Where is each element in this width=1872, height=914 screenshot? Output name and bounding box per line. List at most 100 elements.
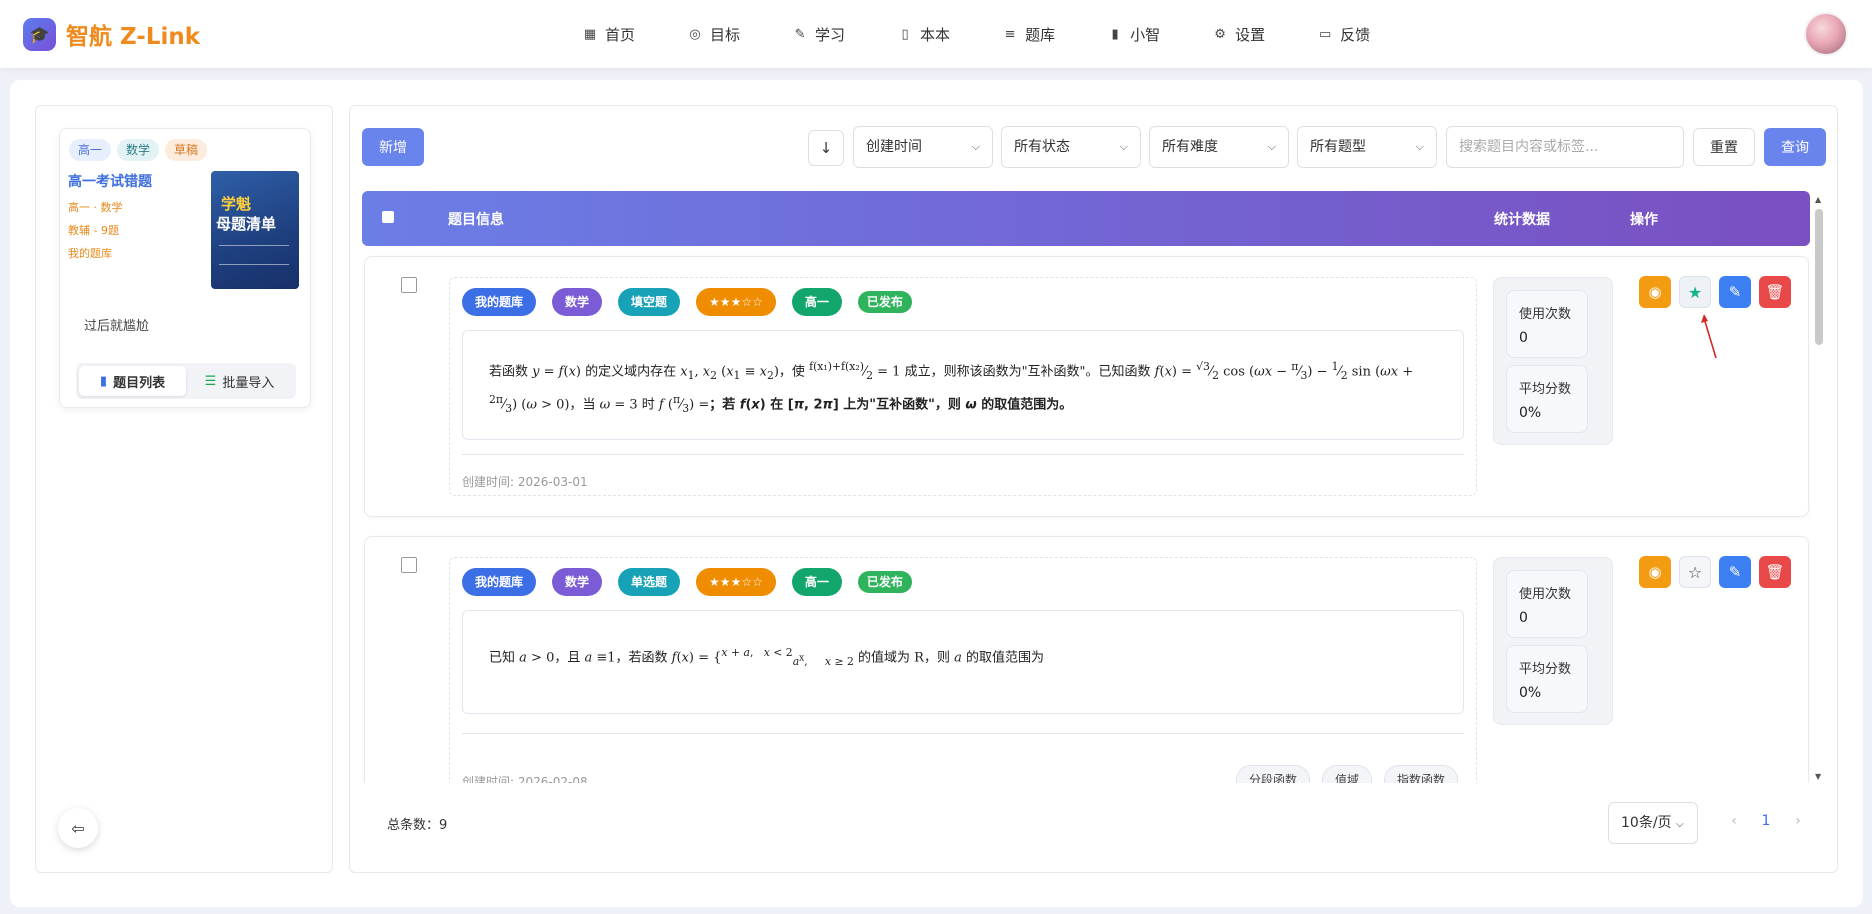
delete-button[interactable]: 🗑 bbox=[1759, 276, 1791, 308]
nav-item-question-bank[interactable]: ≡ 题库 bbox=[1002, 22, 1055, 46]
annotation-arrow-icon bbox=[1701, 314, 1717, 359]
row-checkbox[interactable] bbox=[401, 557, 417, 573]
tab-label: 题目列表 bbox=[113, 375, 166, 391]
nav-item-goals[interactable]: ◎ 目标 bbox=[687, 22, 740, 46]
knowledge-tags: 分段函数 值域 指数函数 bbox=[1224, 765, 1458, 783]
book-tags: 高一 数学 草稿 bbox=[69, 139, 213, 161]
search-input[interactable]: 搜索题目内容或标签... bbox=[1446, 126, 1684, 168]
trash-icon: 🗑 bbox=[1765, 283, 1785, 301]
list-scrollbar[interactable]: ▲ ▼ bbox=[1815, 191, 1823, 783]
delete-button[interactable]: 🗑 bbox=[1759, 556, 1791, 588]
column-actions: 操作 bbox=[1630, 212, 1658, 228]
tag-status: 已发布 bbox=[857, 571, 912, 593]
pencil-icon: ✎ bbox=[1728, 283, 1742, 301]
nav-label: 本本 bbox=[920, 25, 951, 44]
nav-label: 反馈 bbox=[1340, 25, 1371, 44]
knowledge-tag[interactable]: 分段函数 bbox=[1235, 765, 1310, 783]
row-actions: ◉ ☆ ✎ 🗑 bbox=[1639, 556, 1799, 588]
sort-field-select[interactable]: 创建时间 ⌵ bbox=[853, 126, 993, 168]
edit-button[interactable]: ✎ bbox=[1719, 276, 1751, 308]
stat-usage: 使用次数 0 bbox=[1506, 570, 1588, 638]
tab-question-list[interactable]: ▮ 题目列表 bbox=[79, 366, 186, 396]
type-filter-select[interactable]: 所有题型 ⌵ bbox=[1297, 126, 1437, 168]
book-cover-image: 学魁 母题清单 bbox=[211, 171, 299, 289]
created-time: 创建时间: 2026-02-08 bbox=[462, 775, 588, 783]
nav-item-feedback[interactable]: ▭ 反馈 bbox=[1317, 22, 1370, 46]
book-meta-grade-subject: 高一 · 数学 bbox=[68, 201, 123, 214]
nav-item-settings[interactable]: ⚙ 设置 bbox=[1212, 22, 1265, 46]
chevron-down-icon: ⌵ bbox=[1415, 140, 1424, 153]
app-logo[interactable]: 🎓 智航 Z-Link bbox=[23, 17, 200, 51]
user-avatar[interactable] bbox=[1804, 12, 1848, 56]
tag-grade: 高一 bbox=[791, 288, 842, 316]
eye-icon: ◉ bbox=[1648, 283, 1662, 301]
target-icon: ◎ bbox=[689, 26, 701, 42]
tag-type: 单选题 bbox=[618, 568, 681, 596]
select-value: 所有难度 bbox=[1162, 139, 1218, 155]
next-page-button[interactable]: › bbox=[1782, 813, 1814, 829]
stat-label: 使用次数 bbox=[1519, 307, 1572, 322]
nav-item-home[interactable]: ▦ 首页 bbox=[582, 22, 635, 46]
chevron-down-icon: ⌵ bbox=[1119, 140, 1128, 153]
book-icon: ▯ bbox=[901, 26, 909, 42]
question-body: 我的题库 数学 单选题 ★★★☆☆ 高一 已发布 已知 a > 0，且 a ≡1… bbox=[449, 557, 1477, 783]
nav-label: 小智 bbox=[1130, 25, 1161, 44]
tag-type: 填空题 bbox=[618, 288, 681, 316]
chevron-down-icon: ⌵ bbox=[971, 140, 980, 153]
favorite-button[interactable]: ★ bbox=[1679, 276, 1711, 308]
prev-page-button[interactable]: ‹ bbox=[1718, 813, 1750, 829]
question-card: 我的题库 数学 单选题 ★★★☆☆ 高一 已发布 已知 a > 0，且 a ≡1… bbox=[364, 536, 1809, 783]
cover-stripe bbox=[219, 245, 289, 265]
tab-batch-import[interactable]: ☰ 批量导入 bbox=[186, 366, 293, 396]
stat-label: 使用次数 bbox=[1519, 587, 1572, 602]
book-tag-subject: 数学 bbox=[117, 139, 160, 161]
tag-difficulty: ★★★☆☆ bbox=[696, 568, 776, 596]
stat-value: 0% bbox=[1519, 405, 1542, 421]
favorite-button[interactable]: ☆ bbox=[1679, 556, 1711, 588]
add-question-button[interactable]: 新增 bbox=[362, 128, 424, 166]
scroll-thumb[interactable] bbox=[1815, 209, 1823, 345]
difficulty-filter-select[interactable]: 所有难度 ⌵ bbox=[1149, 126, 1289, 168]
question-card: 我的题库 数学 填空题 ★★★☆☆ 高一 已发布 若函数 y = f(x) 的定… bbox=[364, 256, 1809, 517]
cover-title: 母题清单 bbox=[216, 215, 277, 233]
row-checkbox[interactable] bbox=[401, 277, 417, 293]
stat-value: 0 bbox=[1519, 610, 1528, 626]
arrow-down-icon: ↓ bbox=[819, 139, 833, 157]
reset-button[interactable]: 重置 bbox=[1693, 128, 1755, 166]
logout-button[interactable]: ⇦ bbox=[58, 808, 98, 848]
book-description: 过后就尴尬 bbox=[84, 319, 150, 334]
view-button[interactable]: ◉ bbox=[1639, 556, 1671, 588]
nav-label: 设置 bbox=[1235, 25, 1266, 44]
page-size-select[interactable]: 10条/页 ⌵ bbox=[1608, 802, 1698, 844]
book-card[interactable]: 高一 数学 草稿 高一考试错题 高一 · 数学 教辅 - 9题 我的题库 学魁 … bbox=[59, 128, 311, 408]
nav-item-assistant[interactable]: ▮ 小智 bbox=[1107, 22, 1161, 46]
sort-direction-button[interactable]: ↓ bbox=[808, 130, 844, 166]
page-number-button[interactable]: 1 bbox=[1750, 813, 1782, 829]
nav-label: 学习 bbox=[815, 25, 846, 44]
status-filter-select[interactable]: 所有状态 ⌵ bbox=[1001, 126, 1141, 168]
nav-item-notebook[interactable]: ▯ 本本 bbox=[897, 22, 950, 46]
chevron-down-icon: ⌵ bbox=[1267, 140, 1276, 153]
search-placeholder: 搜索题目内容或标签... bbox=[1459, 139, 1599, 155]
query-button[interactable]: 查询 bbox=[1764, 128, 1826, 166]
star-outline-icon: ☆ bbox=[1687, 562, 1703, 582]
question-text: 若函数 y = f(x) 的定义域内存在 x1, x2 (x1 ≡ x2)，使 … bbox=[462, 330, 1464, 440]
view-button[interactable]: ◉ bbox=[1639, 276, 1671, 308]
nav-item-study[interactable]: ✎ 学习 bbox=[792, 22, 845, 46]
stat-value: 0 bbox=[1519, 330, 1528, 346]
scroll-up-icon[interactable]: ▲ bbox=[1815, 195, 1821, 204]
tag-grade: 高一 bbox=[791, 568, 842, 596]
book-title[interactable]: 高一考试错题 bbox=[68, 171, 152, 191]
tag-library: 我的题库 bbox=[462, 568, 537, 596]
table-header: 题目信息 统计数据 操作 bbox=[362, 191, 1810, 246]
pencil-icon: ✎ bbox=[1728, 563, 1742, 581]
select-all-checkbox[interactable] bbox=[382, 211, 394, 223]
knowledge-tag[interactable]: 值域 bbox=[1321, 765, 1372, 783]
edit-button[interactable]: ✎ bbox=[1719, 556, 1751, 588]
question-tags: 我的题库 数学 单选题 ★★★☆☆ 高一 已发布 bbox=[462, 568, 928, 596]
knowledge-tag[interactable]: 指数函数 bbox=[1383, 765, 1458, 783]
chevron-down-icon: ⌵ bbox=[1675, 819, 1684, 830]
book-icon: ▮ bbox=[99, 373, 108, 389]
tag-difficulty: ★★★☆☆ bbox=[696, 288, 776, 316]
scroll-down-icon[interactable]: ▼ bbox=[1815, 772, 1821, 781]
